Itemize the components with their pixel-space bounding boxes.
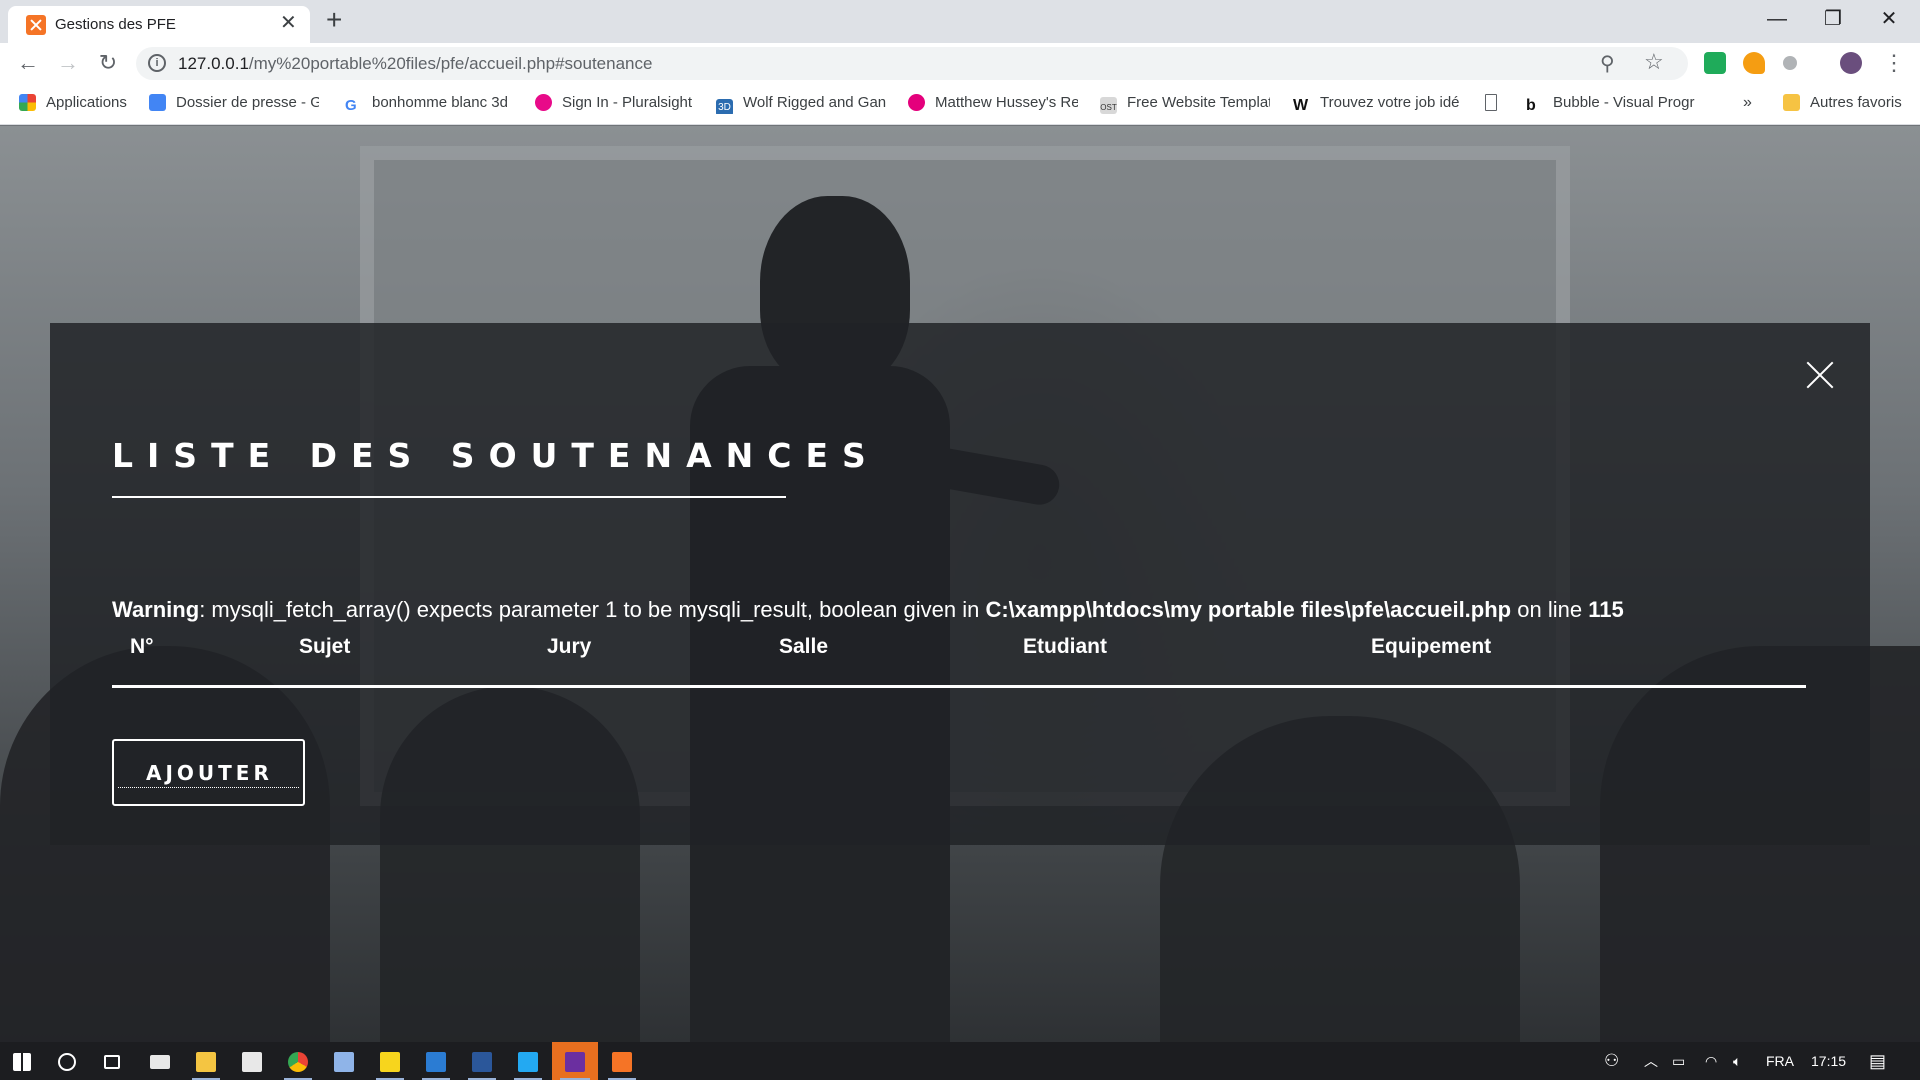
3d-box-icon[interactable]: [322, 1042, 366, 1080]
column-header-numero: N°: [130, 635, 154, 658]
back-arrow-icon[interactable]: ←: [14, 49, 42, 77]
warning-text: : mysqli_fetch_array() expects parameter…: [199, 597, 986, 622]
volume-icon[interactable]: 🔈︎: [1733, 1042, 1741, 1080]
windows-start-icon[interactable]: [0, 1042, 44, 1080]
bubble-icon: b: [1526, 97, 1536, 114]
bookmark-star-icon[interactable]: ☆: [1644, 49, 1664, 75]
soutenances-modal: LISTE DES SOUTENANCES Warning: mysqli_fe…: [50, 323, 1870, 845]
tab-title: Gestions des PFE: [55, 16, 176, 33]
new-tab-button[interactable]: +: [326, 6, 342, 34]
word-icon[interactable]: [460, 1042, 504, 1080]
bookmark-bonhomme-blanc[interactable]: Gbonhomme blanc 3d: [345, 94, 510, 114]
zoom-icon[interactable]: ⚲: [1600, 51, 1615, 76]
windows-taskbar: ⚇ ︿ ▭ ◠ 🔈︎ FRA 17:15 ▤: [0, 1042, 1920, 1080]
chrome-menu-icon[interactable]: ⋮: [1880, 49, 1908, 77]
minimize-button[interactable]: —: [1750, 4, 1804, 34]
file-explorer-icon[interactable]: [184, 1042, 228, 1080]
url-host: 127.0.0.1: [178, 54, 249, 73]
language-indicator[interactable]: FRA: [1766, 1042, 1794, 1080]
sticky-notes-icon[interactable]: [368, 1042, 412, 1080]
add-button-label: AJOUTER: [146, 761, 273, 788]
warning-file-path: C:\xampp\htdocs\my portable files\pfe\ac…: [985, 597, 1512, 622]
column-header-salle: Salle: [779, 635, 829, 658]
xampp-favicon-icon: [26, 15, 46, 35]
maximize-button[interactable]: ❐: [1806, 4, 1860, 34]
site-info-icon[interactable]: i: [148, 54, 166, 72]
warning-line-number: 115: [1588, 597, 1624, 622]
chrome-icon[interactable]: [276, 1042, 320, 1080]
forward-arrow-icon[interactable]: →: [54, 49, 82, 77]
table-header-divider: [112, 685, 1806, 688]
modal-title: LISTE DES SOUTENANCES: [112, 436, 880, 475]
3d-icon: 3D: [716, 99, 733, 114]
bookmarks-bar: Applications Dossier de presse - G Gbonh…: [0, 84, 1920, 125]
soutenances-table-header: N° Sujet Jury Salle Etudiant Equipement: [112, 635, 1806, 681]
google-icon: G: [345, 97, 357, 114]
browser-toolbar: ← → ↻ i 127.0.0.1/my%20portable%20files/…: [0, 43, 1920, 84]
bookmark-wolf-rigged[interactable]: 3D Wolf Rigged and Gan: [716, 94, 886, 114]
people-icon[interactable]: ⚇: [1604, 1042, 1619, 1080]
folder-icon: [1783, 94, 1800, 111]
url-path: /my%20portable%20files/pfe/accueil.php#s…: [248, 54, 653, 73]
xampp-icon[interactable]: [600, 1042, 644, 1080]
browser-tab[interactable]: Gestions des PFE ✕: [8, 6, 310, 43]
tab-close-icon[interactable]: ✕: [280, 13, 297, 33]
bookmark-trouvez-votre-job[interactable]: W Trouvez votre job idé: [1293, 94, 1463, 114]
bookmark-applications[interactable]: Applications: [19, 94, 127, 114]
store-bag-icon[interactable]: [414, 1042, 458, 1080]
clock[interactable]: 17:15: [1811, 1042, 1846, 1080]
title-underline: [112, 496, 786, 498]
url-text[interactable]: 127.0.0.1/my%20portable%20files/pfe/accu…: [178, 54, 652, 74]
php-warning-message: Warning: mysqli_fetch_array() expects pa…: [112, 597, 1624, 623]
bookmark-autres-favoris[interactable]: Autres favoris: [1783, 94, 1902, 114]
cortana-search-icon[interactable]: [45, 1042, 89, 1080]
bookmark-bubble[interactable]: b Bubble - Visual Progr: [1526, 94, 1696, 114]
apps-grid-icon: [19, 94, 36, 111]
task-view-icon[interactable]: [90, 1042, 134, 1080]
bookmark-pluralsight[interactable]: Sign In - Pluralsight: [535, 94, 697, 114]
page-viewport: LISTE DES SOUTENANCES Warning: mysqli_fe…: [0, 126, 1920, 1042]
reload-icon[interactable]: ↻: [94, 49, 122, 77]
tab-strip: Gestions des PFE ✕ + — ❐ ✕: [0, 0, 1920, 43]
extension-key-icon[interactable]: [1743, 52, 1765, 74]
extension-grammarly-icon[interactable]: [1704, 52, 1726, 74]
window-close-button[interactable]: ✕: [1862, 4, 1916, 34]
bookmark-free-website-templates[interactable]: OST Free Website Templat: [1100, 94, 1270, 114]
wifi-icon[interactable]: ◠: [1705, 1042, 1717, 1080]
circles-icon: [908, 94, 925, 111]
column-header-etudiant: Etudiant: [1023, 635, 1107, 658]
page-icon: [1485, 94, 1497, 111]
column-header-sujet: Sujet: [299, 635, 351, 658]
w-icon: W: [1293, 97, 1309, 114]
close-icon[interactable]: [1802, 357, 1838, 393]
phpstorm-icon[interactable]: [552, 1042, 598, 1080]
address-bar[interactable]: i 127.0.0.1/my%20portable%20files/pfe/ac…: [136, 47, 1688, 80]
show-hidden-icons-chevron-icon[interactable]: ︿: [1644, 1042, 1658, 1080]
google-docs-icon: [149, 94, 166, 111]
notifications-icon[interactable]: ▤: [1869, 1042, 1886, 1080]
add-soutenance-button[interactable]: AJOUTER: [112, 739, 305, 806]
ost-icon: OST: [1100, 97, 1117, 114]
column-header-equipement: Equipement: [1371, 635, 1492, 658]
battery-icon[interactable]: ▭: [1672, 1042, 1685, 1080]
extension-dot-icon[interactable]: [1783, 56, 1797, 70]
warning-line-text: on line: [1511, 597, 1589, 622]
vscode-icon[interactable]: [506, 1042, 550, 1080]
pluralsight-icon: [535, 94, 552, 111]
bookmark-dossier-de-presse[interactable]: Dossier de presse - G: [149, 94, 319, 114]
bookmark-untitled[interactable]: [1485, 94, 1505, 114]
store-icon[interactable]: [230, 1042, 274, 1080]
warning-label: Warning: [112, 597, 200, 622]
bookmarks-overflow-chevron-icon[interactable]: »: [1743, 94, 1752, 114]
bookmark-matthew-hussey[interactable]: Matthew Hussey's Re: [908, 94, 1078, 114]
mail-icon[interactable]: [138, 1042, 182, 1080]
column-header-jury: Jury: [547, 635, 592, 658]
profile-avatar[interactable]: [1840, 52, 1862, 74]
